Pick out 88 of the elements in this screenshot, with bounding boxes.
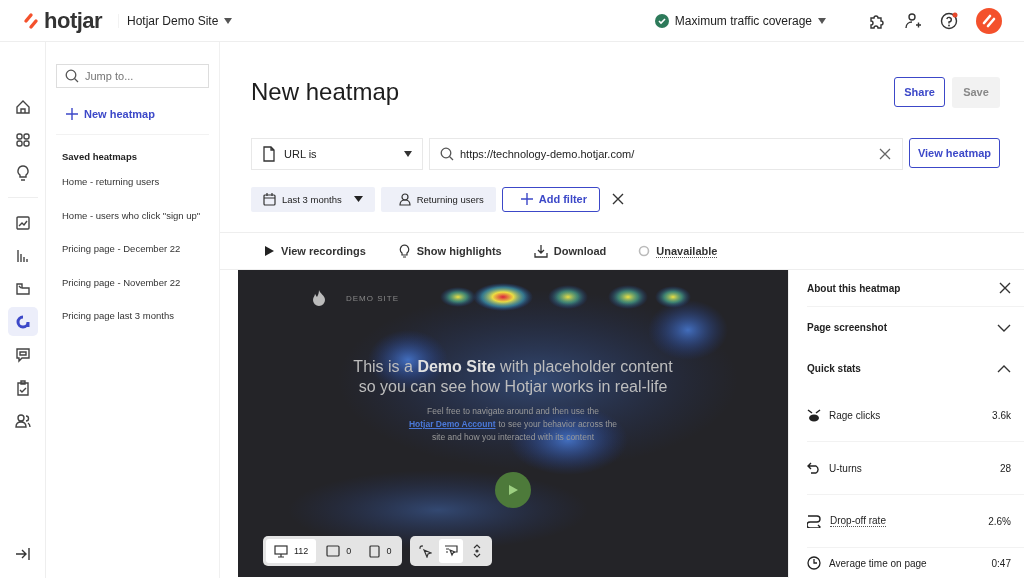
new-heatmap-button[interactable]: New heatmap: [56, 102, 165, 126]
tablet-icon: [326, 545, 341, 557]
stat-value: 28: [999, 462, 1011, 474]
collapse-icon[interactable]: [14, 546, 31, 562]
saved-heatmap-item[interactable]: Home - users who click "sign up": [56, 209, 209, 243]
caret-icon: [404, 151, 412, 157]
caret-icon: [818, 17, 826, 24]
stat-label: Rage clicks: [829, 409, 881, 421]
heatmap-icon: [14, 313, 31, 330]
panel-title: About this heatmap: [807, 282, 901, 294]
play-icon: [263, 245, 275, 257]
lightbulb-icon: [397, 244, 411, 258]
help-icon[interactable]: [940, 11, 958, 30]
site-brand: DEMO SITE: [346, 293, 399, 303]
u-turn-icon: [807, 462, 821, 474]
home-icon: [14, 98, 31, 115]
section-header[interactable]: Page screenshot: [807, 307, 1024, 349]
person-icon: [398, 192, 411, 206]
url-rule-dropdown[interactable]: URL is: [251, 138, 423, 170]
logo-icon: [22, 11, 40, 30]
stat-label: U-turns: [829, 462, 862, 474]
document-icon: [262, 146, 276, 162]
view-heatmap-button[interactable]: View heatmap: [909, 138, 1000, 168]
toolbar-button[interactable]: Show highlights: [397, 244, 502, 258]
plus-icon: [66, 108, 78, 120]
search-field[interactable]: Jump to...: [56, 64, 209, 88]
stat-value: 3.6k: [992, 409, 1011, 421]
lightbulb-icon: [14, 164, 31, 181]
section-header[interactable]: Quick stats: [807, 348, 1024, 389]
plus-icon: [520, 193, 533, 205]
date-range-dropdown[interactable]: Last 3 months: [251, 186, 375, 212]
drop-off-icon: [807, 514, 822, 528]
toolbar-button[interactable]: Download: [533, 244, 607, 258]
coverage-selector[interactable]: Maximum traffic coverage: [654, 13, 826, 28]
saved-heatmap-item[interactable]: Pricing page - November 22: [56, 276, 209, 310]
segment-filter[interactable]: Returning users: [380, 186, 496, 212]
cursor-move-icon: [444, 544, 459, 558]
clock-icon: [807, 556, 821, 570]
device-toggle[interactable]: 0: [361, 539, 400, 563]
device-toggle[interactable]: 112: [266, 539, 317, 563]
section-title: Saved heatmaps: [61, 150, 138, 164]
calendar-icon: [263, 192, 276, 206]
flame-icon: [312, 290, 326, 306]
check-icon: [654, 13, 669, 28]
intro-text: site and how you interacted with its content: [431, 432, 595, 442]
caret-icon: [224, 17, 233, 24]
phone-icon: [369, 544, 381, 558]
monitor-icon: [274, 544, 288, 558]
saved-heatmap-item[interactable]: Pricing page - December 22: [56, 243, 209, 277]
page-title: New heatmap: [251, 78, 400, 106]
logo-text: hotjar: [44, 7, 103, 34]
users-icon: [14, 412, 31, 429]
close-icon[interactable]: [999, 282, 1011, 295]
grid-icon: [14, 131, 31, 148]
clipboard-icon: [14, 379, 31, 396]
circle-icon: [638, 245, 651, 257]
toolbar-button[interactable]: View recordings: [263, 245, 366, 257]
stat-label: Average time on page: [829, 557, 927, 569]
stat-value: 2.6%: [988, 515, 1011, 527]
intro-text: Feel free to navigate around and then use the: [427, 406, 599, 416]
saved-heatmap-item[interactable]: Home - returning users: [56, 176, 209, 210]
bar-chart-icon: [14, 247, 31, 264]
avatar-icon[interactable]: [976, 7, 1002, 34]
stat-label: Drop-off rate: [830, 515, 886, 527]
nav-item[interactable]: [7, 307, 38, 336]
angry-face-icon: [807, 408, 821, 422]
download-icon: [533, 244, 548, 258]
site-selector[interactable]: Hotjar Demo Site: [118, 13, 233, 28]
clear-icon[interactable]: [879, 148, 891, 160]
close-icon[interactable]: [612, 193, 624, 205]
headline: This is a Demo Site with placeholder content: [353, 358, 673, 376]
share-button[interactable]: Share: [894, 77, 945, 107]
device-toggle[interactable]: 0: [318, 539, 360, 563]
status-indicator[interactable]: Unavailable: [638, 244, 718, 258]
saved-heatmap-item[interactable]: Pricing page last 3 months: [56, 310, 209, 344]
intro-text: to see your behavior across the: [498, 419, 618, 429]
scroll-icon: [472, 544, 483, 558]
trend-chart-icon: [14, 214, 31, 231]
add-filter-button[interactable]: Add filter: [501, 186, 600, 212]
cursor-click-icon: [418, 544, 433, 558]
stat-value: 0:47: [991, 557, 1011, 569]
play-icon: [507, 484, 519, 496]
move-map-tool[interactable]: [439, 539, 464, 563]
chat-icon: [14, 346, 31, 363]
headline: so you can see how Hotjar works in real-life: [358, 378, 668, 396]
url-input[interactable]: https://technology-demo.hotjar.com/: [429, 138, 903, 170]
add-user-icon[interactable]: [904, 11, 922, 30]
caret-icon: [353, 196, 363, 202]
